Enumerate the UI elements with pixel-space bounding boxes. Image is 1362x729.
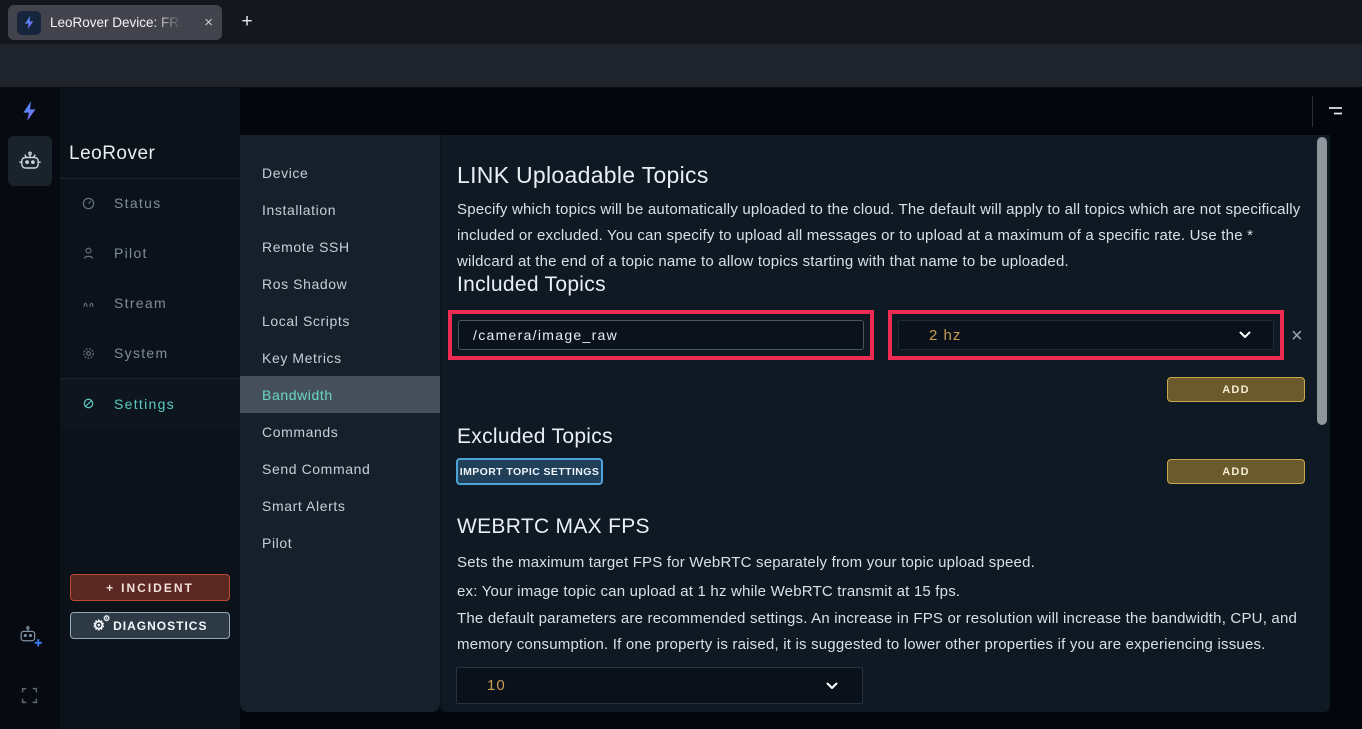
incident-button[interactable]: + INCIDENT: [70, 574, 230, 601]
sidebar-item-stream[interactable]: Stream: [60, 278, 240, 328]
sidebar-item-system[interactable]: System: [60, 328, 240, 378]
remove-topic-icon[interactable]: ×: [1291, 325, 1303, 348]
nav-item-smart-alerts[interactable]: Smart Alerts: [240, 487, 440, 524]
sidebar-item-label: Stream: [114, 295, 167, 311]
gear-icon: [80, 346, 96, 361]
webrtc-line3: The default parameters are recommended s…: [457, 606, 1305, 658]
link-topics-description: Specify which topics will be automatical…: [457, 197, 1305, 275]
plus-icon: +: [106, 581, 115, 595]
chevron-down-icon: [1237, 327, 1253, 343]
browser-tab[interactable]: LeoRover Device: FREEDO ×: [8, 5, 222, 40]
sidebar-item-label: Status: [114, 195, 162, 211]
settings-nav: Device Installation Remote SSH Ros Shado…: [240, 135, 440, 712]
sidebar-item-label: Settings: [114, 396, 175, 412]
chevron-down-icon: [824, 678, 840, 694]
bandwidth-settings-panel: LINK Uploadable Topics Specify which top…: [440, 135, 1330, 712]
nav-item-local-scripts[interactable]: Local Scripts: [240, 302, 440, 339]
sidebar-item-label: Pilot: [114, 245, 148, 261]
bolt-icon: [22, 15, 37, 30]
new-tab-button[interactable]: +: [233, 8, 261, 36]
tab-close-icon[interactable]: ×: [204, 14, 213, 31]
sidebar-item-settings[interactable]: Settings: [60, 378, 240, 428]
settings-slash-circle-icon: [80, 396, 96, 411]
nav-item-installation[interactable]: Installation: [240, 191, 440, 228]
rate-dropdown-highlight: 2 hz: [888, 310, 1284, 360]
filter-lines-icon[interactable]: [1322, 103, 1348, 121]
add-device-icon[interactable]: [17, 622, 44, 654]
rate-dropdown[interactable]: 2 hz: [898, 320, 1274, 350]
rate-dropdown-value: 2 hz: [929, 327, 961, 344]
topbar-divider: [1312, 96, 1313, 127]
gauge-icon: [80, 196, 96, 211]
included-add-button[interactable]: ADD: [1167, 377, 1305, 402]
sidebar-item-label: System: [114, 345, 168, 361]
topic-name-input[interactable]: [458, 320, 864, 350]
browser-tab-bar: LeoRover Device: FREEDO × +: [0, 0, 1362, 44]
nav-item-send-command[interactable]: Send Command: [240, 450, 440, 487]
freedom-robotics-app: LeoRover Status Pilot Stream: [0, 88, 1362, 729]
import-topic-settings-button[interactable]: IMPORT TOPIC SETTINGS: [456, 458, 603, 485]
gears-icon: ⚙ ⚙: [93, 618, 107, 632]
diagnostics-button[interactable]: ⚙ ⚙ DIAGNOSTICS: [70, 612, 230, 639]
waves-icon: [80, 296, 96, 311]
sidebar-item-status[interactable]: Status: [60, 178, 240, 228]
nav-item-pilot[interactable]: Pilot: [240, 524, 440, 561]
app-logo-bolt-icon[interactable]: [19, 99, 41, 128]
webrtc-heading: WEBRTC MAX FPS: [457, 515, 650, 539]
excluded-add-button[interactable]: ADD: [1167, 459, 1305, 484]
fps-dropdown[interactable]: 10: [456, 667, 863, 704]
browser-toolbar: ← → ⟳ https://app.freedomrobotics.ai/?__…: [0, 44, 1362, 88]
nav-item-remote-ssh[interactable]: Remote SSH: [240, 228, 440, 265]
nav-item-bandwidth[interactable]: Bandwidth: [240, 376, 440, 413]
fullscreen-icon[interactable]: [21, 687, 38, 709]
person-icon: [80, 246, 96, 261]
page-title: LINK Uploadable Topics: [457, 162, 709, 189]
nav-item-device[interactable]: Device: [240, 154, 440, 191]
icon-rail: [0, 88, 60, 729]
device-sidebar: LeoRover Status Pilot Stream: [60, 88, 240, 729]
excluded-topics-heading: Excluded Topics: [457, 425, 613, 449]
device-robot-icon[interactable]: [8, 136, 52, 186]
diagnostics-button-label: DIAGNOSTICS: [113, 619, 207, 633]
webrtc-line2: ex: Your image topic can upload at 1 hz …: [457, 579, 1305, 605]
tab-title: LeoRover Device: FREEDO: [50, 15, 182, 30]
scrollbar-thumb[interactable]: [1317, 137, 1327, 425]
tab-favicon: [17, 11, 41, 35]
topic-input-highlight: [448, 310, 874, 360]
device-name: LeoRover: [69, 143, 155, 165]
webrtc-line1: Sets the maximum target FPS for WebRTC s…: [457, 550, 1305, 576]
included-topics-heading: Included Topics: [457, 273, 606, 297]
nav-item-key-metrics[interactable]: Key Metrics: [240, 339, 440, 376]
incident-button-label: INCIDENT: [121, 581, 194, 595]
nav-item-commands[interactable]: Commands: [240, 413, 440, 450]
nav-item-ros-shadow[interactable]: Ros Shadow: [240, 265, 440, 302]
sidebar-item-pilot[interactable]: Pilot: [60, 228, 240, 278]
fps-dropdown-value: 10: [487, 677, 506, 694]
